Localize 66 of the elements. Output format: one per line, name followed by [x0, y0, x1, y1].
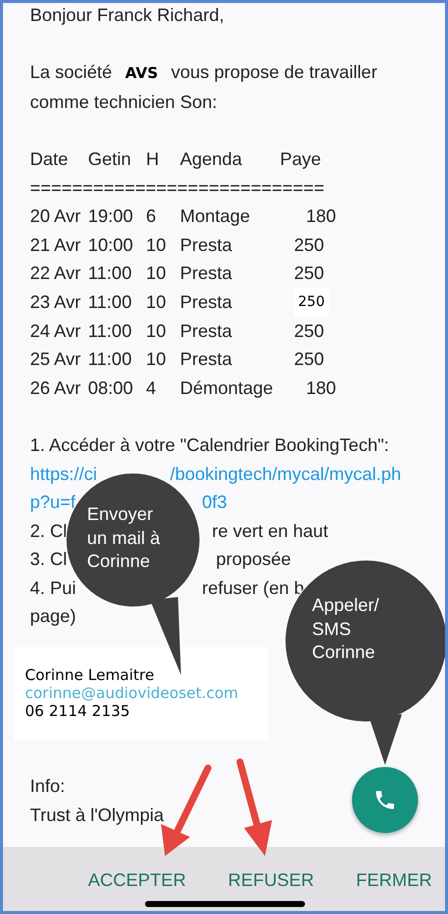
table-cell-text: Montage [180, 205, 252, 228]
column-header: Agenda [180, 148, 244, 171]
table-cell-text: 11:00 [88, 348, 133, 372]
table-cell-text: 11:00 [88, 320, 133, 343]
separator-line: ============================ [30, 178, 324, 198]
table-cell-text: 10:00 [88, 234, 134, 257]
table-cell-text: Presta [180, 234, 234, 257]
info-text: Trust à l'Olympia [30, 804, 164, 827]
contact-name: Corinne Lemaitre [25, 666, 156, 684]
table-cell-text: 25 Avr [30, 348, 82, 372]
table-cell-text: 10 [146, 290, 168, 314]
action-button[interactable]: ACCEPTER [88, 869, 186, 891]
link-text[interactable]: p?u=f [30, 492, 76, 512]
table-cell-text: 10 [146, 262, 168, 286]
column-header: H [146, 148, 160, 171]
info-label: Info: [30, 775, 66, 798]
table-cell-text: 08:00 [88, 376, 134, 400]
action-button[interactable]: REFUSER [228, 869, 314, 891]
table-cell-text: Presta [180, 348, 234, 372]
phone-number: 06 2114 2135 [25, 702, 131, 720]
instruction-text: 3. Cl [30, 549, 68, 570]
column-header: Getin [88, 148, 132, 171]
table-cell-text: Démontage [180, 376, 274, 400]
table-cell-text: 180 [306, 205, 338, 228]
table-cell-text: 4 [146, 376, 158, 400]
action-button[interactable]: FERMER [356, 869, 432, 891]
table-cell-text: 21 Avr [30, 234, 82, 257]
table-cell-text: 6 [146, 205, 158, 228]
instruction-text: proposée [216, 549, 292, 570]
greeting-text: Bonjour Franck Richard, [30, 4, 226, 27]
intro-paragraph: La société AVS vous propose de travailler comme technicien Son: [30, 61, 378, 114]
instruction-text: page) [30, 606, 76, 626]
table-cell-text: 10 [146, 320, 168, 343]
table-cell-text: Presta [180, 320, 234, 343]
table-cell-text: 11:00 [88, 290, 133, 314]
table-cell-text: 22 Avr [30, 262, 82, 286]
table-cell-text: 10 [146, 234, 168, 257]
table-cell-text: 250 [294, 234, 326, 257]
phone-icon [373, 788, 397, 812]
table-cell-text: 11:00 [88, 262, 133, 286]
table-cell-text: 23 Avr [30, 290, 82, 314]
instruction-text: re vert en haut [212, 520, 328, 541]
table-cell-text: 10 [146, 348, 168, 372]
email-link[interactable]: corinne@audiovideoset.com [25, 684, 257, 702]
table-cell-text: 250 [294, 262, 326, 286]
instruction-text: 4. Pui [30, 578, 76, 598]
call-button[interactable] [352, 767, 418, 833]
table-cell-text: Presta [180, 262, 234, 286]
instruction-text: 1. Accéder à votre "Calendrier BookingTech": [30, 434, 389, 455]
table-cell-text: 250 [294, 320, 326, 343]
table-cell-text: 24 Avr [30, 320, 82, 343]
link-text[interactable]: https://ci [30, 464, 98, 484]
link-text[interactable]: 0f3 [202, 492, 228, 512]
callout-text: Appeler/ SMS Corinne [312, 594, 380, 664]
instruction-text: 2. Cl [30, 520, 68, 541]
column-header: Date [30, 148, 70, 171]
table-cell-text: 26 Avr [30, 376, 82, 400]
table-cell-text: 19:00 [88, 205, 134, 228]
callout-text: Envoyer un mail à Corinne [87, 503, 160, 573]
table-cell-text: 180 [306, 376, 338, 400]
table-cell-text: 250 [294, 348, 326, 372]
column-header: Paye [280, 148, 322, 171]
link-text[interactable]: /bookingtech/mycal/mycal.ph [170, 464, 402, 484]
table-cell-text: 20 Avr [30, 205, 82, 228]
table-cell-text: Presta [180, 290, 234, 314]
table-cell: 250 [294, 288, 329, 317]
